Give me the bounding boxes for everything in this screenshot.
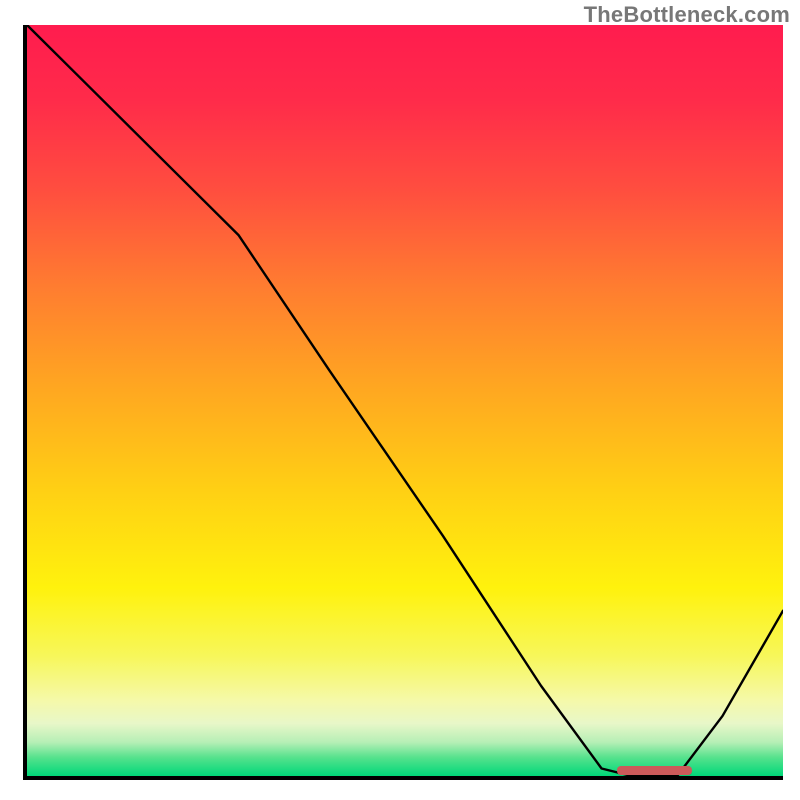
plot-area (23, 25, 783, 780)
chart-frame: TheBottleneck.com (0, 0, 800, 800)
curve-svg (27, 25, 783, 776)
bottleneck-curve (27, 25, 783, 776)
curve-layer (27, 25, 783, 776)
optimal-zone-marker (617, 766, 693, 775)
